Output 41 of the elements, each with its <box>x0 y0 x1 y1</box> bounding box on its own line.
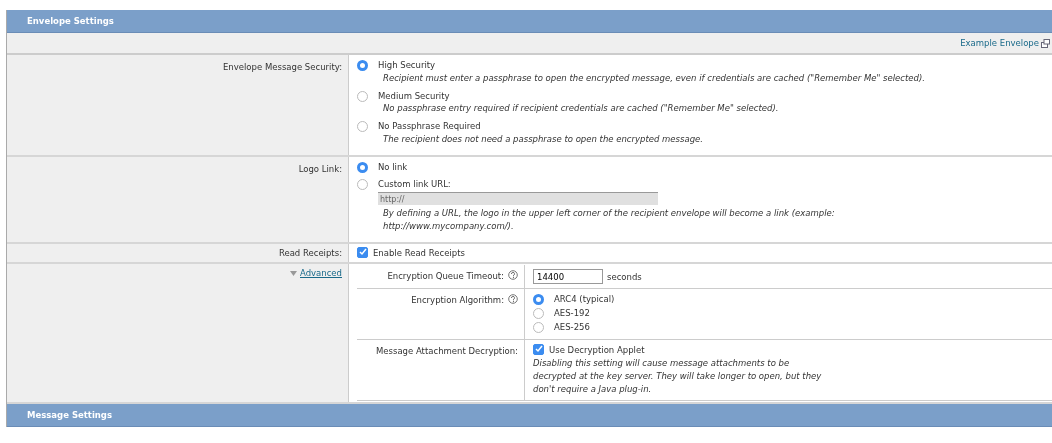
setting-label: Encryption Queue Timeout: <box>387 270 504 283</box>
checkbox[interactable] <box>533 343 544 355</box>
option-label: High Security <box>378 60 436 70</box>
checkbox-label: Enable Read Receipts <box>373 246 465 260</box>
option-label: Custom link URL: <box>378 179 451 190</box>
radio-button[interactable] <box>357 121 368 132</box>
checkbox-label: Use Decryption Applet <box>549 343 645 357</box>
radio-button[interactable] <box>533 321 544 333</box>
option-label: AES-192 <box>554 307 590 320</box>
option-label: No link <box>378 161 408 172</box>
option-label: AES-256 <box>554 320 590 334</box>
timeout-field[interactable]: 14400 <box>533 269 603 285</box>
help-icon[interactable] <box>508 294 518 305</box>
setting-label: Message Attachment Decryption: <box>376 344 518 358</box>
option-label: ARC4 (typical) <box>554 293 615 306</box>
radio-button[interactable] <box>357 161 368 173</box>
expand-triangle-icon[interactable] <box>290 271 297 277</box>
radio-button[interactable] <box>533 308 544 319</box>
popup-window-icon[interactable] <box>1041 38 1050 48</box>
radio-button[interactable] <box>357 90 368 102</box>
help-icon[interactable] <box>508 270 518 281</box>
option-description: Recipient must enter a passphrase to open the encrypted message, even if credentials are cached ("Remember Me" selected). <box>383 71 925 85</box>
option-description: Disabling this setting will cause message attachments to be decrypted at the key server. They will take longer to open, but they don't require a Java plug-in. <box>533 357 823 396</box>
example-envelope-link[interactable]: Example Envelope <box>960 36 1039 50</box>
option-description: The recipient does not need a passphrase to open the encrypted message. <box>383 132 703 146</box>
radio-button[interactable] <box>357 60 368 71</box>
field-label: Envelope Message Security: <box>223 62 342 72</box>
setting-label: Encryption Algorithm: <box>411 294 504 307</box>
radio-button[interactable] <box>357 179 368 191</box>
option-label: No Passphrase Required <box>378 121 481 131</box>
option-description: By defining a URL, the logo in the upper left corner of the recipient envelope will become a link (example: http://www.mycompany.com/). <box>383 207 836 233</box>
checkbox[interactable] <box>357 246 368 258</box>
radio-button[interactable] <box>533 294 544 306</box>
field-label: Logo Link: <box>298 163 342 174</box>
option-label: Medium Security <box>378 90 450 101</box>
option-description: No passphrase entry required if recipient credentials are cached ("Remember Me" selected). <box>383 102 779 115</box>
section-header: Message Settings <box>7 403 1052 427</box>
section-header: Envelope Settings <box>7 10 1052 33</box>
field-label: Read Receipts: <box>278 247 342 258</box>
unit-label: seconds <box>607 271 642 282</box>
advanced-link[interactable]: Advanced <box>300 268 342 279</box>
